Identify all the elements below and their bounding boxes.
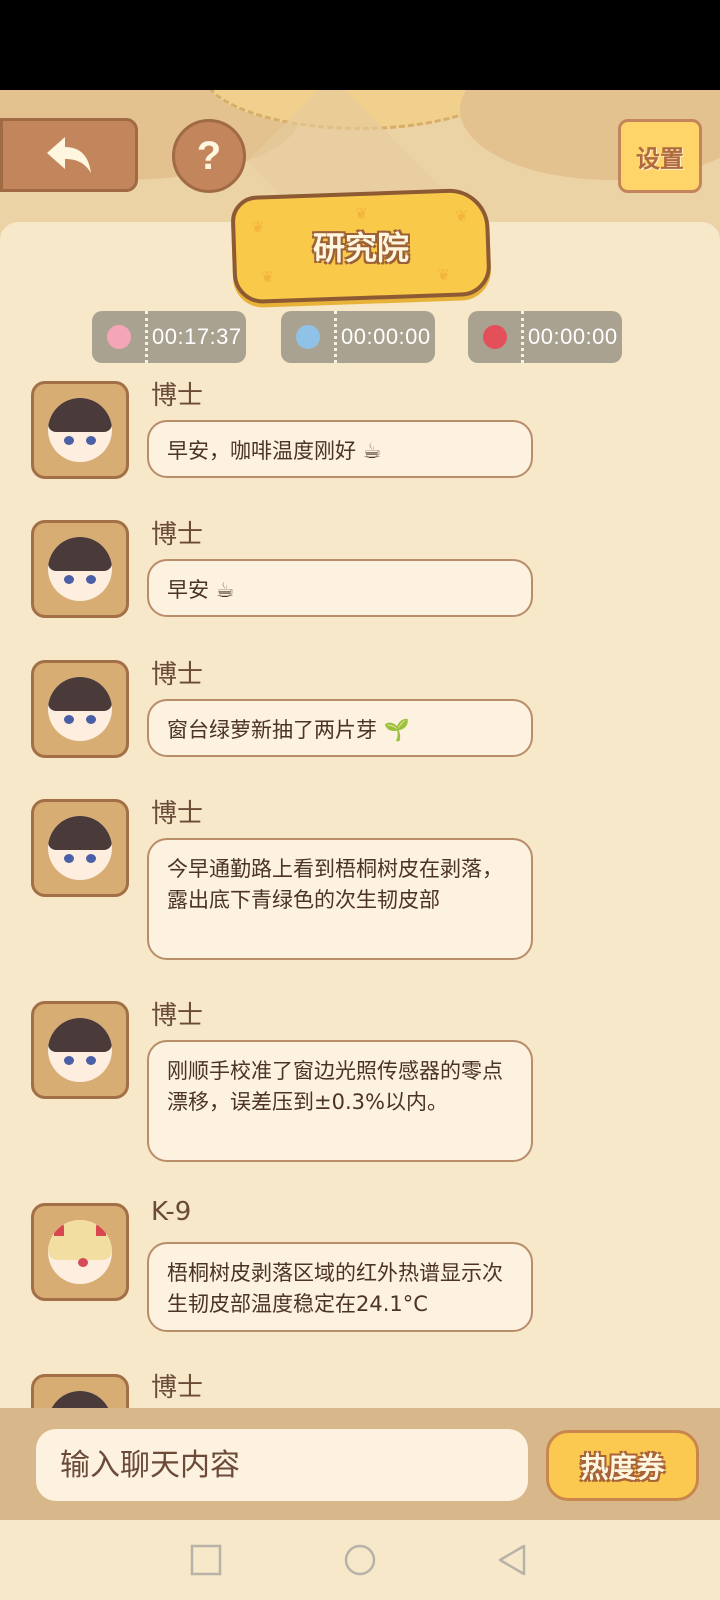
triangle-back-icon xyxy=(498,1544,526,1576)
timer-1[interactable]: 00:17:37 xyxy=(92,311,246,363)
avatar-doctor[interactable] xyxy=(31,381,129,479)
timer-1-time: 00:17:37 xyxy=(152,324,242,349)
chat-input[interactable] xyxy=(36,1429,528,1501)
avatar-doctor[interactable] xyxy=(31,1001,129,1099)
square-icon xyxy=(190,1544,222,1576)
message-bubble: 刚顺手校准了窗边光照传感器的零点漂移，误差压到±0.3%以内。 xyxy=(147,1040,533,1162)
timer-3-time: 00:00:00 xyxy=(528,324,618,349)
message-bubble: 窗台绿萝新抽了两片芽 🌱 xyxy=(147,699,533,757)
settings-button[interactable]: 设置 xyxy=(618,119,702,193)
message-sender: 博士 xyxy=(151,520,204,550)
message-sender: 博士 xyxy=(151,1373,204,1403)
timer-2-time: 00:00:00 xyxy=(341,324,431,349)
home-button[interactable] xyxy=(342,1542,378,1578)
message-bubble: 梧桐树皮剥落区域的红外热谱显示次生韧皮部温度稳定在24.1°C xyxy=(147,1242,533,1332)
question-icon: ? xyxy=(196,133,222,178)
message-sender: 博士 xyxy=(151,660,204,690)
back-nav-button[interactable] xyxy=(494,1542,530,1578)
help-button[interactable]: ? xyxy=(172,119,246,193)
avatar-doctor[interactable] xyxy=(31,660,129,758)
title-banner: ❦ ❦ ❦ ❦ ❦ 研究院 xyxy=(230,187,492,305)
page-title: 研究院 xyxy=(312,229,409,268)
red-character-icon xyxy=(482,325,507,349)
avatar-doctor[interactable] xyxy=(31,520,129,618)
circle-icon xyxy=(344,1544,376,1576)
back-arrow-icon xyxy=(47,137,91,173)
timer-3[interactable]: 00:00:00 xyxy=(468,311,622,363)
pink-character-icon xyxy=(106,325,131,349)
avatar-doctor[interactable] xyxy=(31,799,129,897)
back-button[interactable] xyxy=(0,118,138,192)
avatar-k9[interactable] xyxy=(31,1203,129,1301)
message-bubble: 早安，咖啡温度刚好 ☕ xyxy=(147,420,533,478)
status-bar xyxy=(0,0,720,90)
message-sender: 博士 xyxy=(151,1001,204,1031)
message-sender: 博士 xyxy=(151,799,204,829)
message-sender: K-9 xyxy=(151,1197,192,1227)
message-bubble: 今早通勤路上看到梧桐树皮在剥落，露出底下青绿色的次生韧皮部 xyxy=(147,838,533,960)
message-sender: 博士 xyxy=(151,381,204,411)
heat-coupon-button[interactable]: 热度券 xyxy=(546,1430,699,1501)
message-bubble: 早安 ☕ xyxy=(147,559,533,617)
blue-character-icon xyxy=(295,325,320,349)
timer-2[interactable]: 00:00:00 xyxy=(281,311,435,363)
recent-apps-button[interactable] xyxy=(188,1542,224,1578)
